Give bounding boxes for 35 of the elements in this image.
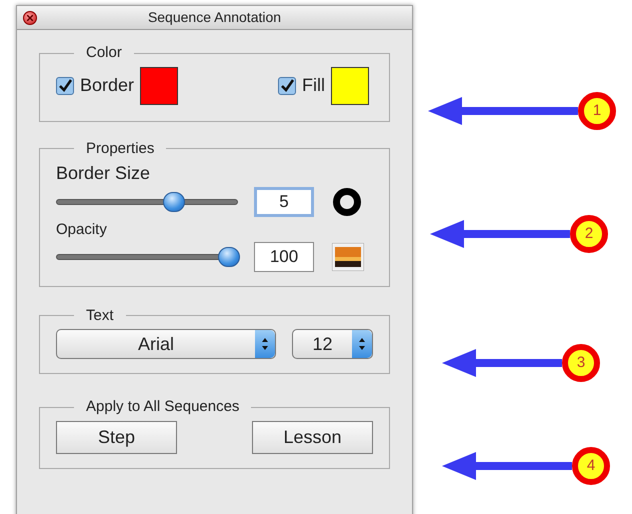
window-title: Sequence Annotation (148, 8, 282, 27)
arrow-icon (430, 218, 570, 250)
callout-badge: 2 (570, 215, 608, 253)
checkbox-label: Fill (302, 74, 325, 97)
group-label: Properties (85, 138, 156, 158)
arrow-icon (428, 95, 578, 127)
close-icon (27, 15, 33, 21)
group-label: Text (85, 306, 115, 326)
size-select[interactable]: 12 (292, 329, 373, 359)
slider-label: Opacity (56, 220, 108, 240)
group-label: Apply to All Sequences (85, 397, 240, 417)
value-field[interactable]: 100 (254, 242, 314, 272)
group-label: Color (85, 43, 123, 63)
checkbox[interactable] (278, 76, 296, 94)
stepper-icon (352, 330, 372, 358)
arrow-icon (442, 347, 562, 379)
slider-thumb[interactable] (218, 246, 240, 266)
slider-label: Border Size (56, 162, 152, 185)
checkbox-label: Border (80, 74, 134, 97)
close-button[interactable] (23, 11, 37, 25)
ring-icon (332, 187, 362, 217)
value-field[interactable]: 5 (254, 187, 314, 217)
callout-badge: 4 (572, 447, 610, 485)
callout-badge: 3 (562, 344, 600, 382)
callout-badge: 1 (578, 92, 616, 130)
apply-button[interactable]: Lesson (252, 420, 373, 454)
apply-button[interactable]: Step (56, 420, 177, 454)
sunset-icon[interactable] (332, 242, 364, 270)
font-select[interactable]: Arial (56, 329, 276, 359)
stepper-icon (255, 330, 275, 358)
color-swatch[interactable] (331, 66, 369, 104)
checkbox[interactable] (56, 76, 74, 94)
arrow-icon (442, 450, 572, 482)
slider-thumb[interactable] (163, 192, 186, 212)
color-swatch[interactable] (140, 66, 178, 104)
